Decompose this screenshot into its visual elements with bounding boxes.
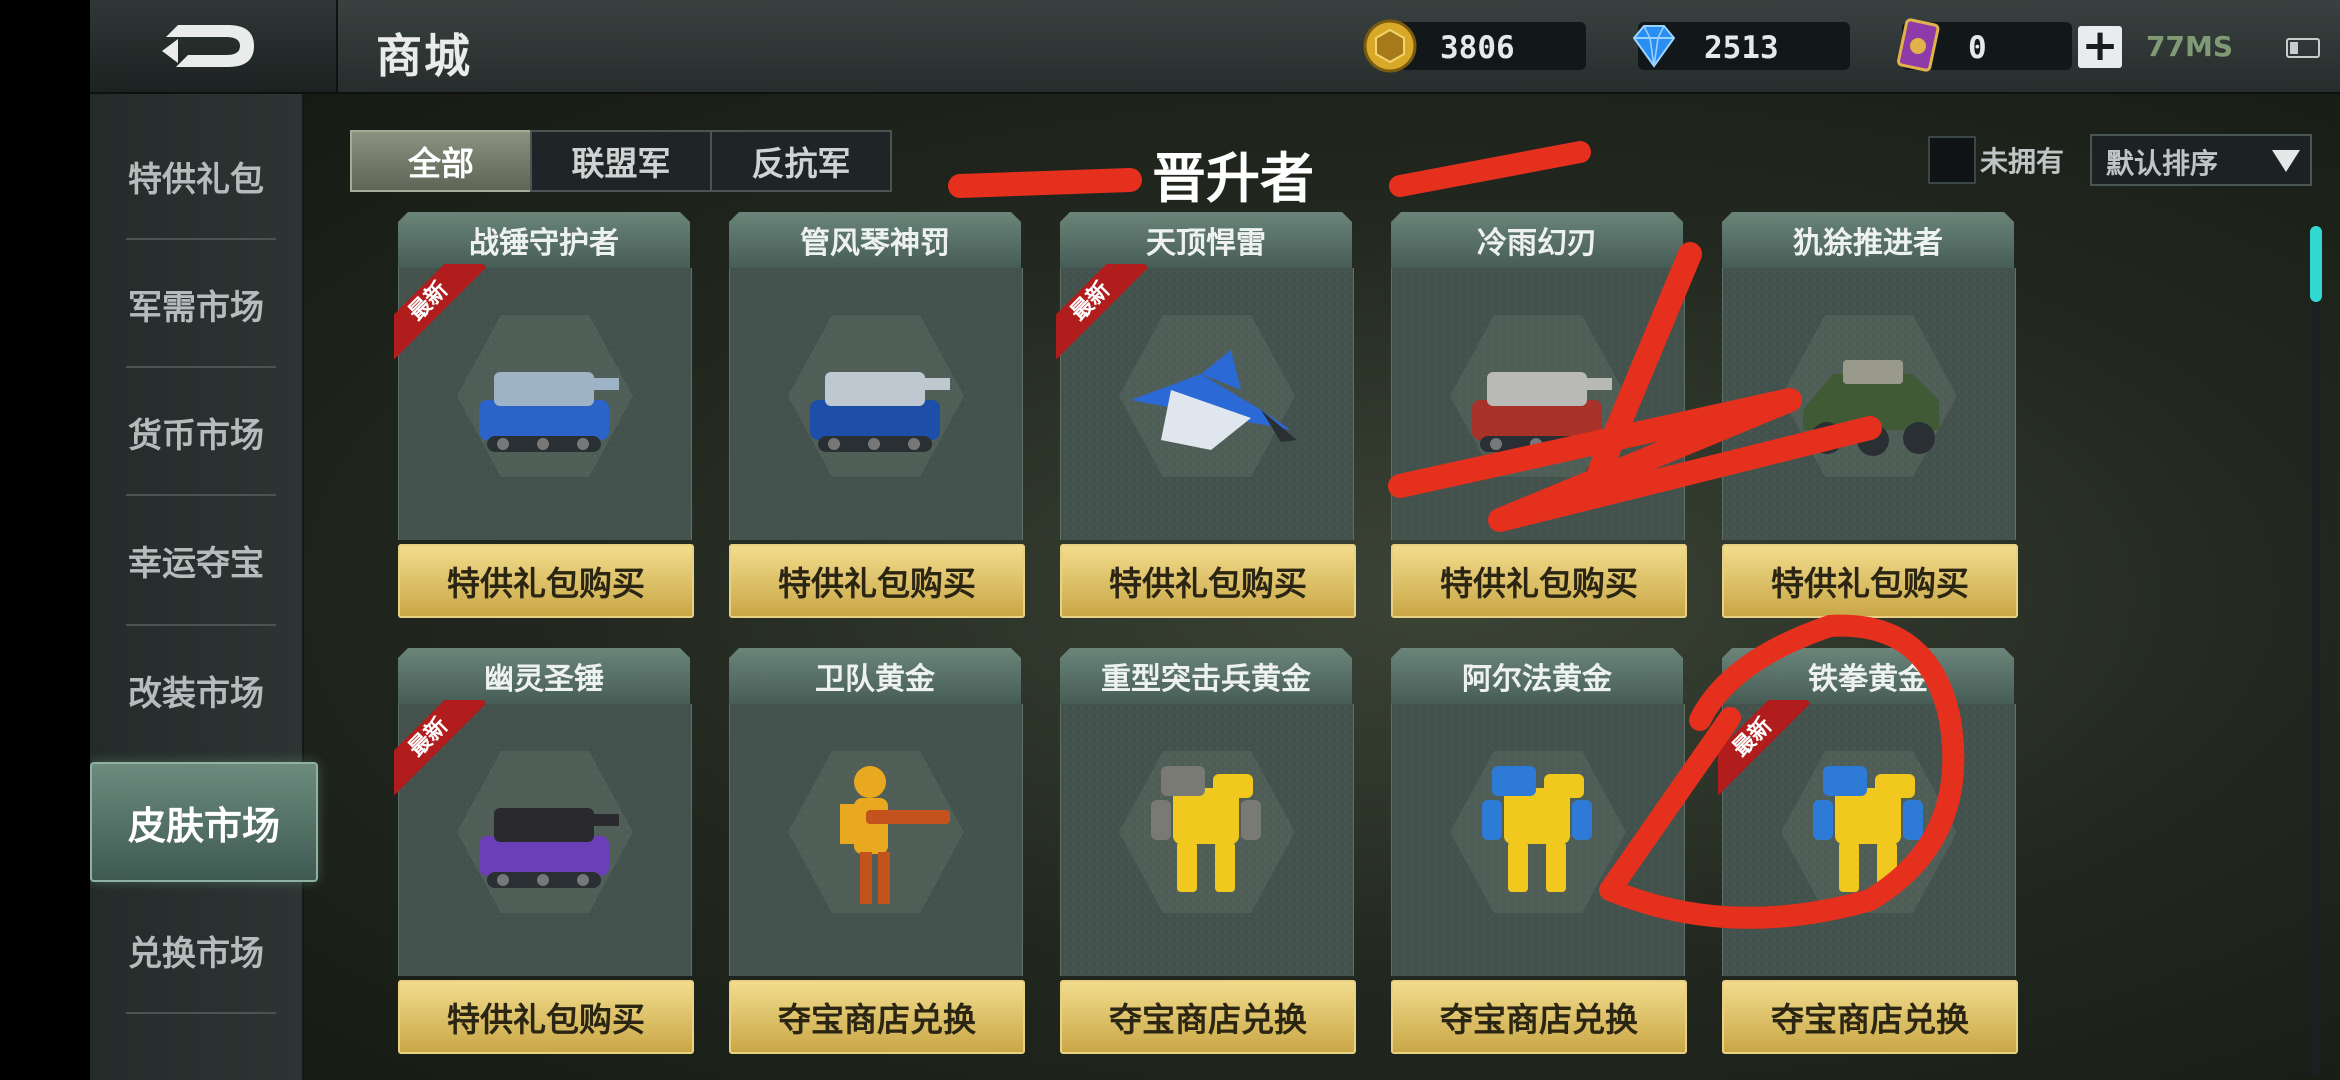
annotation-stroke [948, 168, 1142, 198]
annotation-scribble [948, 141, 1965, 929]
annotation-stroke [1389, 141, 1591, 197]
shop-screen: 商城 3806 2513 0 + 77MS 特供礼包 军需市场 货币市场 幸运夺… [90, 0, 2340, 1080]
annotation-stroke [1599, 614, 1965, 929]
annotation-stroke [1388, 388, 1882, 532]
